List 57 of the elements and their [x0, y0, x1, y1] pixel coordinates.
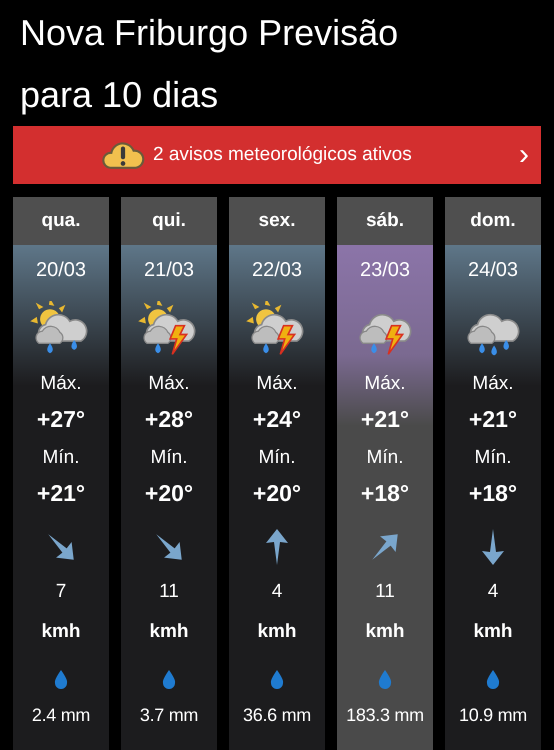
wind-unit: kmh: [473, 621, 513, 643]
day-column[interactable]: sáb. 23/03 Máx. +21° Mín. +18° 11 kmh 183.3 mm: [337, 197, 433, 750]
raindrop-icon: [54, 669, 68, 689]
max-temperature: +27°: [36, 406, 86, 433]
min-temperature: +18°: [360, 480, 410, 507]
wind-speed: 4: [272, 581, 282, 603]
date-label: 20/03: [36, 259, 86, 283]
date-label: 22/03: [252, 259, 302, 283]
page-title: Nova Friburgo Previsão para 10 dias: [19, 11, 400, 117]
date-label: 23/03: [360, 259, 410, 283]
day-column[interactable]: qui. 21/03 Máx. +28° Mín. +20° 11 kmh 3.7 mm: [121, 197, 217, 750]
weekday-label: qua.: [13, 197, 109, 245]
weekday-label: sáb.: [337, 197, 433, 245]
min-temperature: +18°: [468, 480, 518, 507]
precipitation-amount: 2.4 mm: [32, 705, 90, 726]
precipitation-amount: 183.3 mm: [346, 705, 424, 726]
raindrop-icon: [378, 669, 392, 689]
min-label: Mín.: [258, 447, 296, 469]
max-temperature: +21°: [360, 406, 410, 433]
min-temperature: +20°: [252, 480, 302, 507]
max-temperature: +28°: [144, 406, 194, 433]
day-column[interactable]: dom. 24/03 Máx. +21° Mín. +18° 4 kmh 10.9 mm: [445, 197, 541, 750]
weekday-label: qui.: [121, 197, 217, 245]
min-label: Mín.: [150, 447, 188, 469]
date-label: 21/03: [144, 259, 194, 283]
max-label: Máx.: [40, 373, 82, 395]
min-temperature: +21°: [36, 480, 86, 507]
date-label: 24/03: [468, 259, 518, 283]
day-column[interactable]: qua. 20/03 Máx. +27° Mín. +21° 7 kmh 2.4 mm: [13, 197, 109, 750]
weekday-label: dom.: [445, 197, 541, 245]
wind-speed: 11: [375, 581, 395, 603]
precipitation-amount: 10.9 mm: [459, 705, 527, 726]
min-label: Mín.: [42, 447, 80, 469]
max-label: Máx.: [148, 373, 190, 395]
min-temperature: +20°: [144, 480, 194, 507]
max-temperature: +24°: [252, 406, 302, 433]
weather-alert-banner[interactable]: 2 avisos meteorológicos ativos ›: [13, 126, 541, 184]
max-label: Máx.: [364, 373, 406, 395]
raindrop-icon: [270, 669, 284, 689]
precipitation-amount: 3.7 mm: [140, 705, 198, 726]
day-column[interactable]: sex. 22/03 Máx. +24° Mín. +20° 4 kmh 36.6 mm: [229, 197, 325, 750]
weekday-label: sex.: [229, 197, 325, 245]
wind-speed: 11: [159, 581, 179, 603]
wind-unit: kmh: [149, 621, 189, 643]
wind-unit: kmh: [365, 621, 405, 643]
wind-unit: kmh: [41, 621, 81, 643]
raindrop-icon: [162, 669, 176, 689]
max-temperature: +21°: [468, 406, 518, 433]
min-label: Mín.: [474, 447, 512, 469]
min-label: Mín.: [366, 447, 404, 469]
raindrop-icon: [486, 669, 500, 689]
precipitation-amount: 36.6 mm: [243, 705, 311, 726]
wind-speed: 7: [56, 581, 66, 603]
wind-speed: 4: [488, 581, 498, 603]
max-label: Máx.: [472, 373, 514, 395]
wind-unit: kmh: [257, 621, 297, 643]
max-label: Máx.: [256, 373, 298, 395]
